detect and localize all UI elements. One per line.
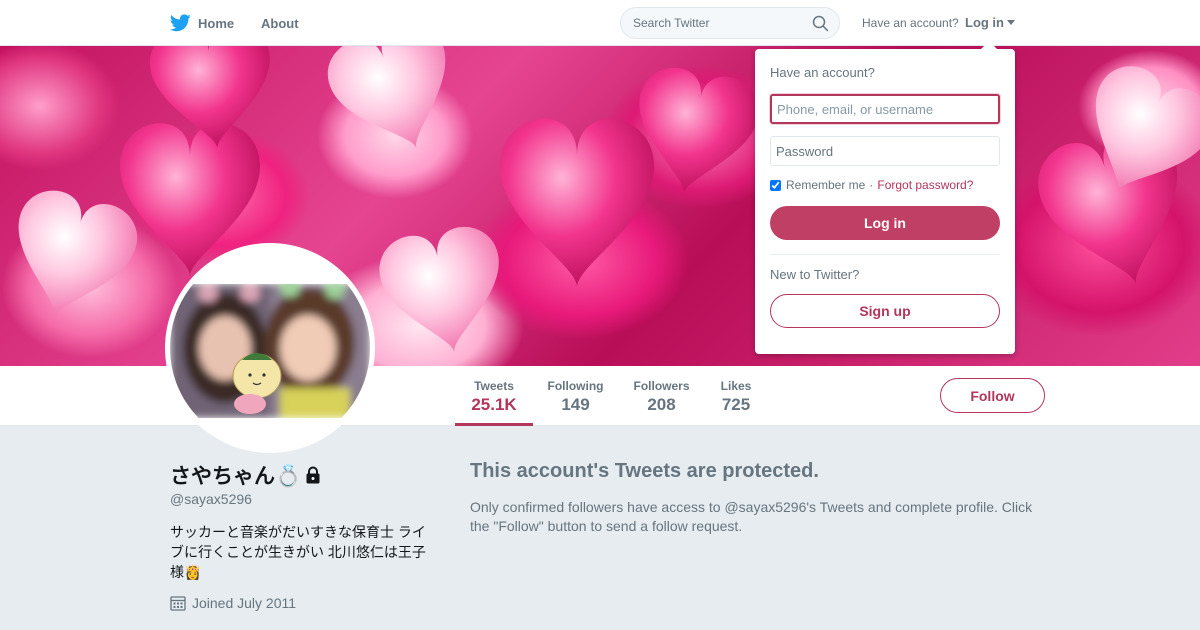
dropdown-title: Have an account?	[770, 65, 875, 80]
nav-home-link[interactable]: Home	[170, 13, 234, 33]
stat-likes-value: 725	[721, 395, 751, 414]
avatar-frame	[165, 243, 375, 453]
protected-title: This account's Tweets are protected.	[470, 460, 819, 482]
avatar[interactable]	[170, 248, 370, 448]
stat-likes-label: Likes	[720, 379, 752, 393]
remember-me-label: Remember me	[786, 178, 866, 192]
search-icon[interactable]	[812, 15, 829, 32]
stat-tweets-label: Tweets	[474, 379, 514, 393]
login-dropdown: Have an account? Remember me · Forgot pa…	[755, 41, 1015, 354]
dropdown-divider	[770, 254, 1000, 255]
password-input[interactable]	[770, 136, 1000, 166]
stat-following-value: 149	[561, 395, 590, 414]
twitter-bird-icon	[170, 14, 191, 32]
joined-date-text: Joined July 2011	[192, 595, 297, 611]
follow-button[interactable]: Follow	[940, 378, 1045, 413]
login-menu-toggle[interactable]: Log in	[965, 15, 1015, 30]
login-button[interactable]: Log in	[770, 206, 1000, 240]
protected-message: Only confirmed followers have access to …	[470, 499, 1033, 534]
search-input[interactable]	[633, 8, 803, 38]
stat-tweets-value: 25.1K	[471, 395, 517, 414]
stat-following-label: Following	[547, 379, 604, 393]
have-account-text: Have an account?	[862, 16, 959, 30]
profile-name: さやちゃん💍	[170, 460, 321, 490]
profile-name-text: さやちゃん💍	[170, 465, 302, 488]
calendar-icon	[170, 596, 186, 611]
username-input[interactable]	[770, 94, 1000, 124]
login-menu-label: Log in	[965, 15, 1004, 30]
top-nav: Home About Have an account? Log in	[0, 0, 1200, 46]
stat-followers-value: 208	[647, 395, 676, 414]
new-to-twitter-text: New to Twitter?	[770, 267, 860, 282]
stat-followers[interactable]: Followers 208	[628, 366, 695, 426]
remember-row: Remember me · Forgot password?	[770, 178, 1000, 192]
forgot-password-link[interactable]: Forgot password?	[877, 178, 973, 192]
search-box	[620, 7, 840, 39]
nav-about-link[interactable]: About	[261, 16, 299, 31]
remember-me-checkbox[interactable]	[770, 179, 781, 191]
dropdown-arrow	[981, 41, 997, 49]
nav-home-label: Home	[198, 15, 235, 31]
avatar-photo	[170, 248, 370, 448]
lock-icon	[306, 466, 320, 484]
profile-handle[interactable]: @sayax5296	[170, 491, 252, 507]
joined-date: Joined July 2011	[170, 595, 296, 611]
stat-likes[interactable]: Likes 725	[712, 366, 760, 426]
signup-button[interactable]: Sign up	[770, 294, 1000, 328]
stat-tweets[interactable]: Tweets 25.1K	[455, 366, 533, 426]
separator-dot: ·	[869, 178, 874, 192]
caret-down-icon	[1007, 20, 1015, 25]
stat-followers-label: Followers	[633, 379, 690, 393]
stat-following[interactable]: Following 149	[543, 366, 608, 426]
profile-bio: サッカーと音楽がだいすきな保育士 ライブに行くことが生きがい 北川悠仁は王子様👸	[170, 524, 426, 580]
